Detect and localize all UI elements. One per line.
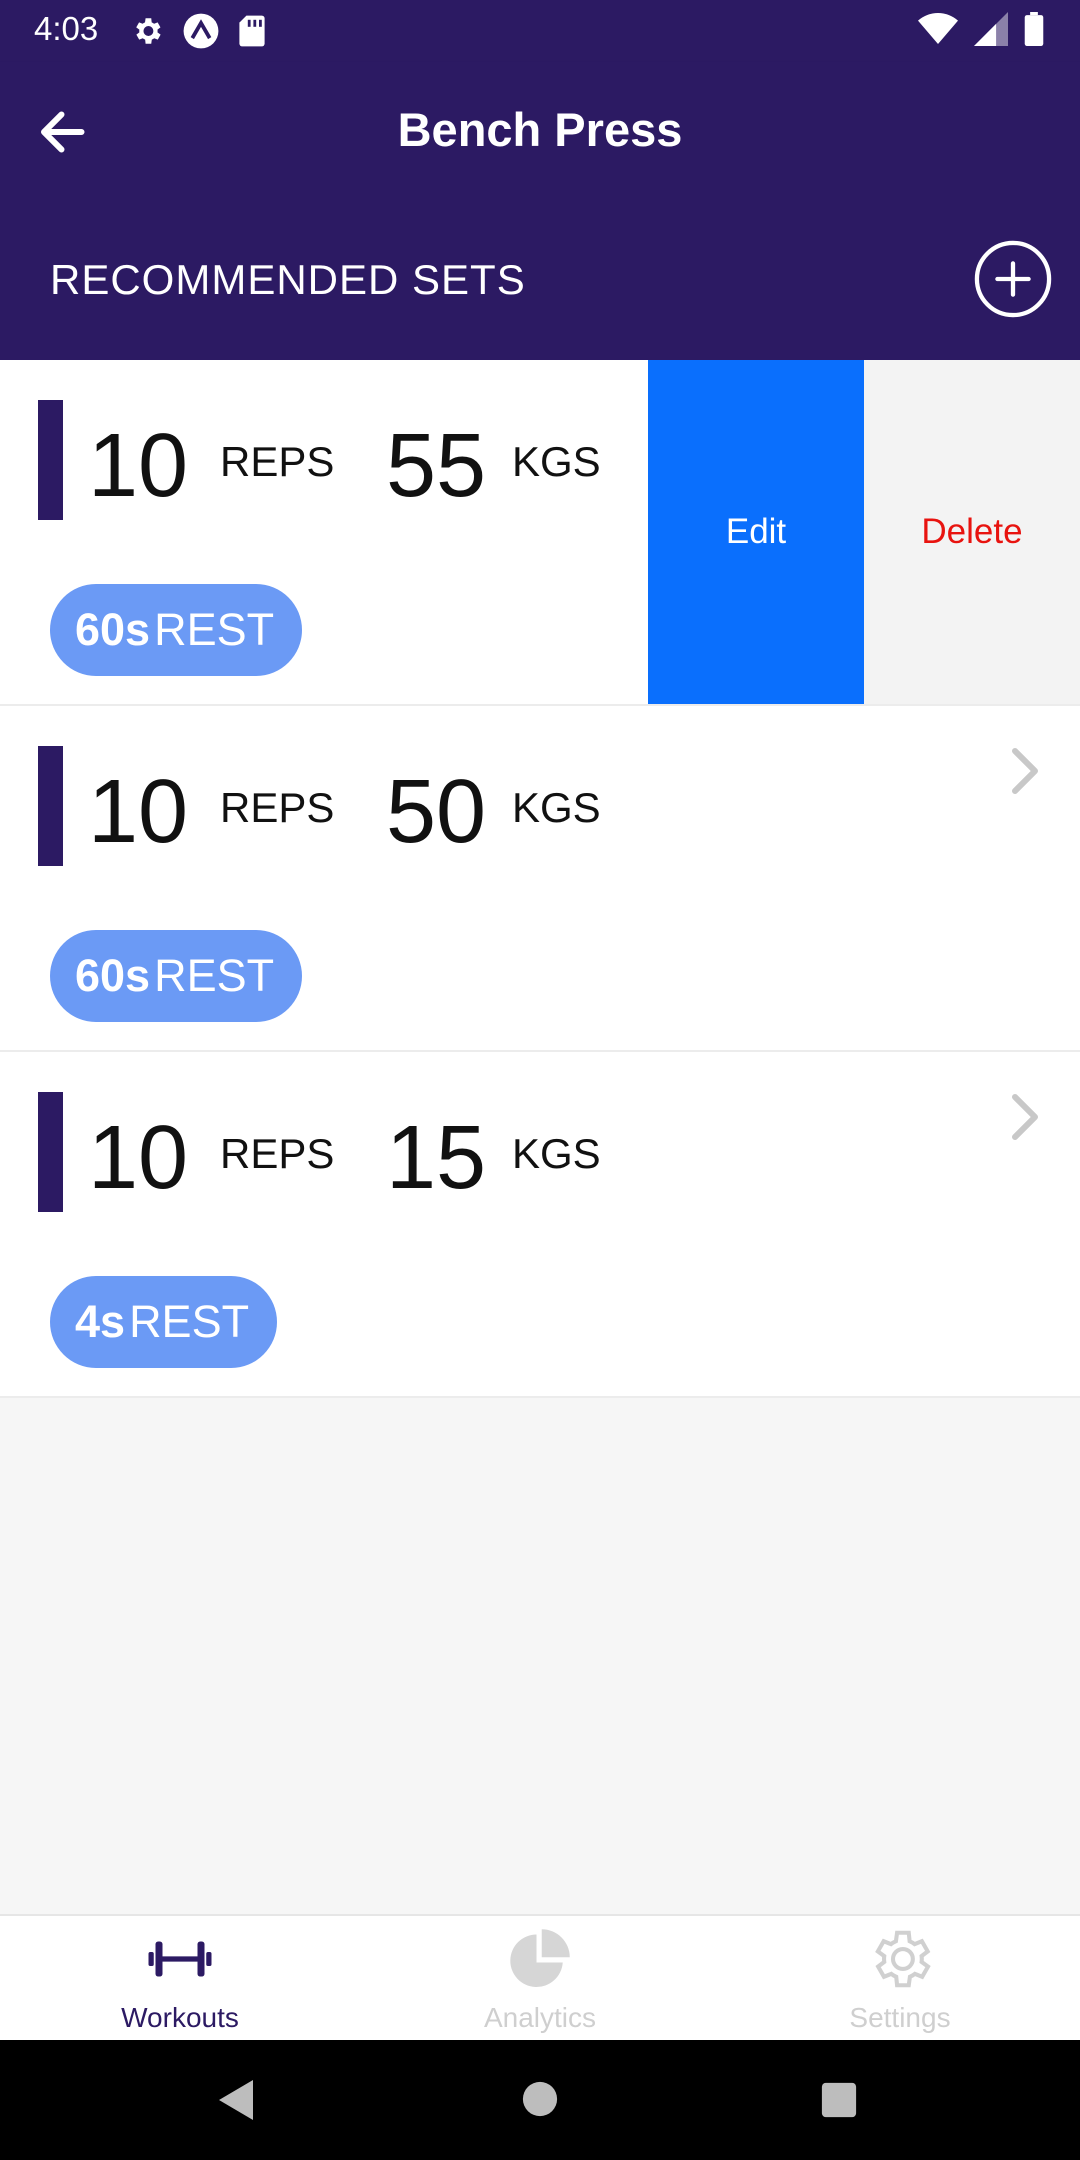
rest-badge: 4s REST bbox=[50, 1276, 278, 1368]
back-triangle-icon[interactable] bbox=[216, 2078, 258, 2122]
weight-value: 15 bbox=[386, 1108, 487, 1208]
pie-chart-icon bbox=[510, 1929, 570, 1987]
set-accent-bar bbox=[38, 400, 63, 520]
app-bar: Bench Press bbox=[0, 62, 1080, 200]
reps-label: REPS bbox=[220, 438, 335, 485]
tab-settings[interactable]: Settings bbox=[720, 1916, 1080, 2042]
set-row[interactable]: 10 REPS 55 KGS 60s REST Edit Delete bbox=[0, 360, 1080, 706]
section-title: RECOMMENDED SETS bbox=[50, 256, 526, 303]
sd-card-icon bbox=[239, 15, 265, 47]
rest-label: REST bbox=[154, 950, 275, 1001]
reps-value: 10 bbox=[88, 1108, 189, 1208]
weight-label: KGS bbox=[512, 1130, 601, 1177]
set-accent-bar bbox=[38, 1092, 63, 1212]
rest-value: 4s bbox=[75, 1296, 126, 1347]
status-icons-right bbox=[918, 12, 1044, 46]
chevron-right-icon bbox=[1012, 1094, 1038, 1140]
tab-settings-label: Settings bbox=[849, 2002, 951, 2033]
rest-value: 60s bbox=[75, 604, 151, 655]
bottom-nav: Workouts Analytics Settings bbox=[0, 1914, 1080, 2042]
tab-workouts[interactable]: Workouts bbox=[0, 1916, 360, 2042]
wifi-icon bbox=[918, 13, 958, 44]
gear-icon bbox=[875, 1930, 931, 1988]
set-row[interactable]: 10 REPS 15 KGS 4s REST bbox=[0, 1052, 1080, 1398]
edit-button[interactable]: Edit bbox=[648, 360, 864, 704]
rest-label: REST bbox=[154, 604, 275, 655]
set-list: 10 REPS 55 KGS 60s REST Edit Delete 10 R… bbox=[0, 360, 1080, 1398]
section-header: RECOMMENDED SETS bbox=[0, 200, 1080, 360]
set-row[interactable]: 10 REPS 50 KGS 60s REST bbox=[0, 706, 1080, 1052]
recents-square-icon[interactable] bbox=[820, 2081, 858, 2119]
reps-label: REPS bbox=[220, 1130, 335, 1177]
weight-value: 50 bbox=[386, 762, 487, 862]
gear-icon bbox=[136, 18, 161, 44]
rest-label: REST bbox=[129, 1296, 250, 1347]
rest-badge: 60s REST bbox=[50, 584, 303, 676]
weight-label: KGS bbox=[512, 438, 601, 485]
plus-circle-icon bbox=[974, 240, 1052, 318]
status-bar: 4:03 bbox=[0, 0, 1080, 62]
weight-label: KGS bbox=[512, 784, 601, 831]
page-title: Bench Press bbox=[397, 103, 683, 156]
dumbbell-icon bbox=[148, 1941, 212, 1977]
set-accent-bar bbox=[38, 746, 63, 866]
delete-button[interactable]: Delete bbox=[864, 360, 1080, 704]
add-set-button[interactable] bbox=[974, 240, 1052, 318]
rest-value: 60s bbox=[75, 950, 151, 1001]
status-icons-left bbox=[130, 12, 266, 50]
weight-value: 55 bbox=[386, 416, 487, 516]
reps-value: 10 bbox=[88, 762, 189, 862]
system-nav-bar bbox=[0, 2040, 1080, 2160]
reps-value: 10 bbox=[88, 416, 189, 516]
home-circle-icon[interactable] bbox=[521, 2080, 559, 2118]
chevron-right-icon bbox=[1012, 748, 1038, 794]
reps-label: REPS bbox=[220, 784, 335, 831]
tab-workouts-label: Workouts bbox=[121, 2002, 239, 2033]
signal-icon bbox=[974, 12, 1008, 46]
tab-analytics[interactable]: Analytics bbox=[360, 1916, 720, 2042]
tab-analytics-label: Analytics bbox=[483, 2002, 597, 2033]
battery-icon bbox=[1024, 12, 1044, 46]
expo-icon bbox=[183, 13, 219, 49]
swipe-actions: Edit Delete bbox=[648, 360, 1080, 704]
status-time: 4:03 bbox=[34, 10, 99, 47]
rest-badge: 60s REST bbox=[50, 930, 303, 1022]
